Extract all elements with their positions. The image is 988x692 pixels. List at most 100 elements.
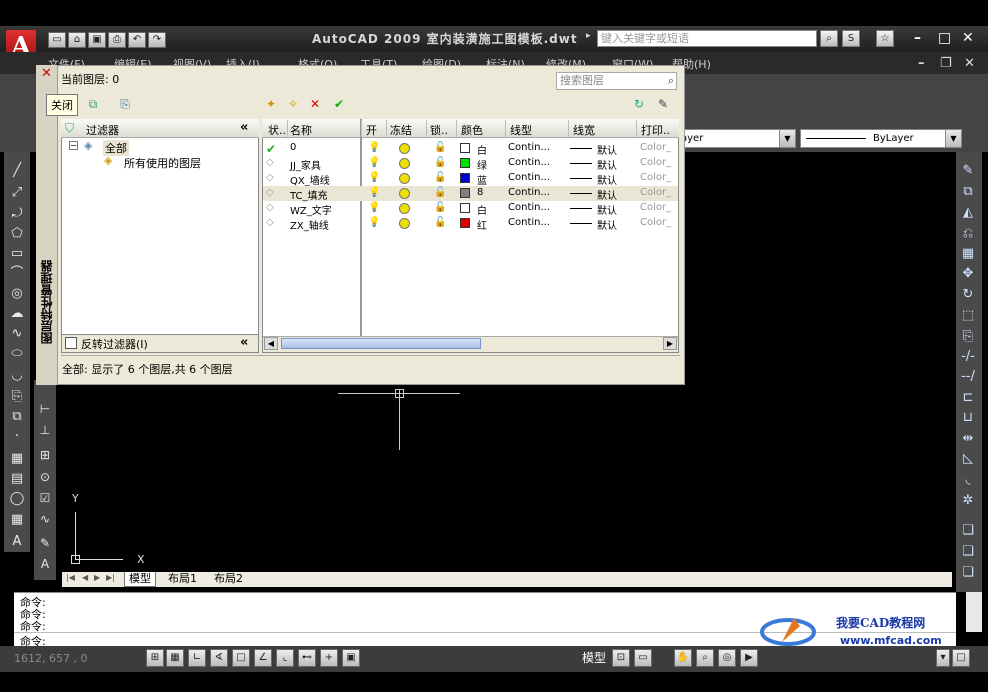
- make-block-icon[interactable]: ⧉: [7, 408, 27, 426]
- layer-linetype[interactable]: Contin...: [508, 187, 550, 198]
- new-group-filter-icon[interactable]: ⎘: [116, 96, 134, 112]
- extend-icon[interactable]: --/: [958, 368, 978, 386]
- revision-cloud-icon[interactable]: ☁: [7, 305, 27, 323]
- layer-linetype[interactable]: Contin...: [508, 172, 550, 183]
- layer-plot-style[interactable]: Color_: [640, 172, 671, 183]
- maximize-icon[interactable]: □: [938, 30, 951, 46]
- point-icon[interactable]: ·: [7, 428, 27, 446]
- column-header[interactable]: 打印..: [641, 122, 670, 138]
- freeze-sun-icon[interactable]: [399, 143, 410, 154]
- layer-status-icon[interactable]: ◇: [266, 202, 274, 213]
- trim-icon[interactable]: -/-: [958, 348, 978, 366]
- search-expand-icon[interactable]: ▸: [586, 31, 591, 41]
- search-icon[interactable]: ⌕: [668, 73, 674, 89]
- ducs-icon[interactable]: ⌞: [276, 649, 294, 667]
- tab-model[interactable]: 模型: [124, 572, 156, 587]
- rectangle-icon[interactable]: ▭: [7, 245, 27, 263]
- line-icon[interactable]: ╱: [7, 162, 27, 180]
- quick-view-drawings-icon[interactable]: ▭: [634, 649, 652, 667]
- layer-color-name[interactable]: 绿: [477, 157, 487, 172]
- print-icon[interactable]: ⎙: [108, 32, 126, 48]
- layer-status-icon[interactable]: ◇: [266, 172, 274, 183]
- favorites-star-icon[interactable]: ☆: [876, 30, 894, 47]
- layer-walk-icon[interactable]: ❏: [958, 564, 978, 582]
- lock-icon[interactable]: 🔓: [434, 187, 446, 198]
- rotate-icon[interactable]: ↻: [958, 286, 978, 304]
- status-menu-icon[interactable]: ▾: [936, 649, 950, 667]
- current-layer-check-icon[interactable]: ✔: [266, 142, 276, 156]
- pan-icon[interactable]: ✋: [674, 649, 692, 667]
- layer-linetype[interactable]: Contin...: [508, 142, 550, 153]
- layer-lineweight[interactable]: 默认: [597, 187, 617, 202]
- chevron-down-icon[interactable]: ▼: [945, 130, 961, 147]
- array-icon[interactable]: ▦: [958, 245, 978, 263]
- layer-lineweight[interactable]: 默认: [597, 157, 617, 172]
- communication-center-icon[interactable]: S: [842, 30, 860, 47]
- first-tab-icon[interactable]: |◀: [66, 573, 75, 582]
- showmotion-icon[interactable]: ▶: [740, 649, 758, 667]
- doc-restore-icon[interactable]: ❐: [940, 56, 952, 71]
- lock-icon[interactable]: 🔓: [434, 202, 446, 213]
- layer-color-name[interactable]: 白: [477, 142, 487, 157]
- on-off-bulb-icon[interactable]: 💡: [368, 187, 380, 198]
- spline-edit-icon[interactable]: ∿: [36, 510, 54, 528]
- zoom-icon[interactable]: ⌕: [696, 649, 714, 667]
- coordinates-readout[interactable]: 1612, 657 , 0: [14, 652, 87, 665]
- layer-state-icon[interactable]: ❏: [958, 543, 978, 561]
- color-swatch[interactable]: [460, 203, 470, 213]
- polar-icon[interactable]: ∢: [210, 649, 228, 667]
- tab-layout2[interactable]: 布局2: [210, 572, 247, 587]
- column-separator[interactable]: [636, 120, 637, 137]
- layer-name[interactable]: 0: [290, 142, 296, 153]
- lock-icon[interactable]: 🔓: [434, 217, 446, 228]
- layer-plot-style[interactable]: Color_: [640, 157, 671, 168]
- copy-icon[interactable]: ⧉: [958, 183, 978, 201]
- collapse-icon[interactable]: «: [240, 335, 248, 350]
- offset-icon[interactable]: ⎌: [958, 225, 978, 243]
- multiline-text-icon[interactable]: A: [7, 533, 27, 551]
- open-folder-icon[interactable]: ⌂: [68, 32, 86, 48]
- freeze-sun-icon[interactable]: [399, 203, 410, 214]
- layer-lineweight[interactable]: 默认: [597, 172, 617, 187]
- arc-icon[interactable]: ⌒: [7, 265, 27, 283]
- layer-linetype[interactable]: Contin...: [508, 217, 550, 228]
- dim-aligned-icon[interactable]: ⊥: [36, 421, 54, 439]
- column-separator[interactable]: [568, 120, 569, 137]
- refresh-icon[interactable]: ↻: [630, 96, 648, 112]
- layer-name[interactable]: ZX_轴线: [290, 217, 329, 232]
- collapse-filter-tree-icon[interactable]: «: [240, 120, 248, 135]
- hscroll-thumb[interactable]: [281, 338, 481, 349]
- layer-status-icon[interactable]: ◇: [266, 187, 274, 198]
- column-separator[interactable]: [456, 120, 457, 137]
- delete-layer-icon[interactable]: ✕: [306, 96, 324, 112]
- undo-icon[interactable]: ↶: [128, 32, 146, 48]
- on-off-bulb-icon[interactable]: 💡: [368, 202, 380, 213]
- layer-status-icon[interactable]: ◇: [266, 217, 274, 228]
- doc-minimize-icon[interactable]: –: [918, 56, 925, 71]
- save-icon[interactable]: ▣: [88, 32, 106, 48]
- clean-screen-icon[interactable]: □: [952, 649, 970, 667]
- dim-baseline-icon[interactable]: ⊞: [36, 446, 54, 464]
- color-swatch[interactable]: [460, 158, 470, 168]
- new-layer-icon[interactable]: ✦: [262, 96, 280, 112]
- last-tab-icon[interactable]: ▶|: [106, 573, 115, 582]
- osnap-icon[interactable]: □: [232, 649, 250, 667]
- break-icon[interactable]: ⊔: [958, 409, 978, 427]
- layer-color-name[interactable]: 红: [477, 217, 487, 232]
- break-point-icon[interactable]: ⊏: [958, 389, 978, 407]
- layer-name[interactable]: QX_墙线: [290, 172, 330, 187]
- polyline-icon[interactable]: ⤾: [7, 205, 27, 223]
- hatch-icon[interactable]: ▦: [7, 450, 27, 468]
- column-separator[interactable]: [505, 120, 506, 137]
- chamfer-icon[interactable]: ◺: [958, 450, 978, 468]
- snap-icon[interactable]: ⊞: [146, 649, 164, 667]
- freeze-sun-icon[interactable]: [399, 173, 410, 184]
- freeze-sun-icon[interactable]: [399, 158, 410, 169]
- otrack-icon[interactable]: ∠: [254, 649, 272, 667]
- doc-close-icon[interactable]: ✕: [964, 56, 975, 71]
- ellipse-arc-icon[interactable]: ◡: [7, 367, 27, 385]
- ellipse-icon[interactable]: ⬭: [7, 345, 27, 363]
- gradient-icon[interactable]: ▤: [7, 470, 27, 488]
- layer-previous-icon[interactable]: ❏: [958, 522, 978, 540]
- layer-name[interactable]: TC_填充: [290, 187, 328, 202]
